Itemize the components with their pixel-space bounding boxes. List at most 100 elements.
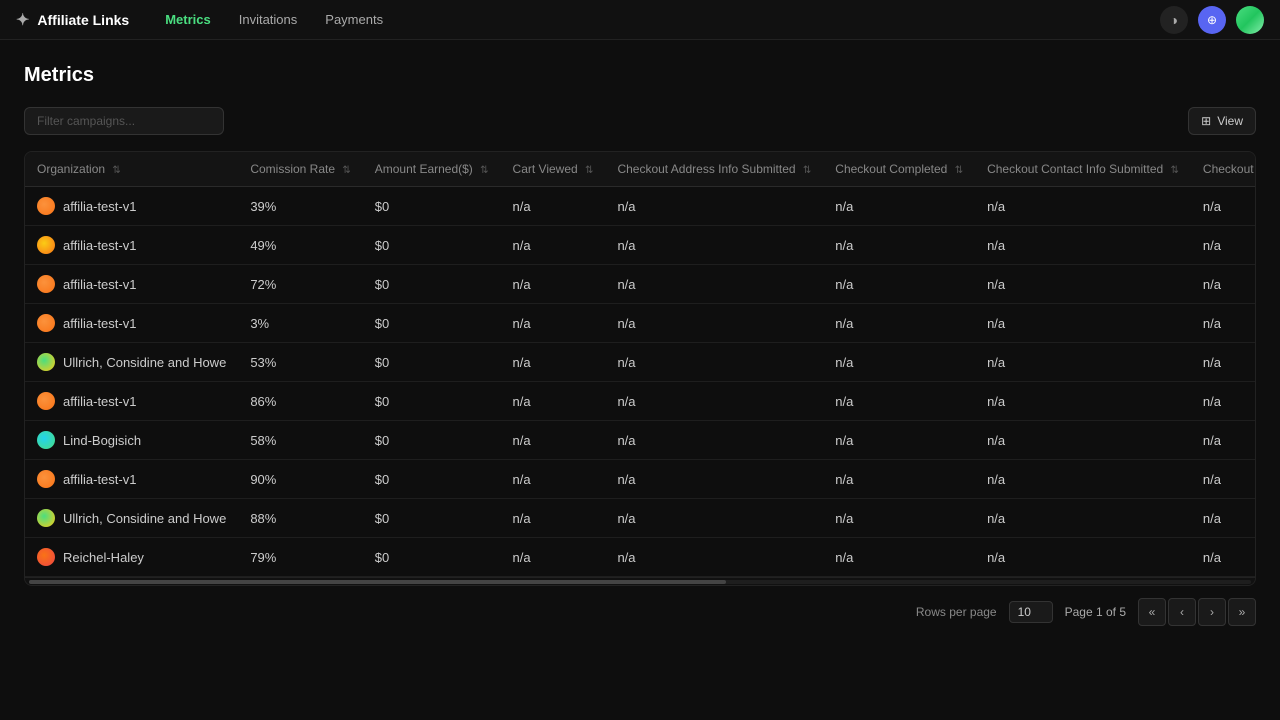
cell-commission: 86% [238,382,362,421]
org-dot [37,275,55,293]
sort-icon: ⇅ [1171,165,1179,176]
table-row: affilia-test-v1 86% $0 n/a n/a n/a n/a n… [25,382,1256,421]
table-row: affilia-test-v1 49% $0 n/a n/a n/a n/a n… [25,226,1256,265]
cell-amount: $0 [363,499,501,538]
org-dot [37,197,55,215]
main-content: Metrics ⊞ View Organization ⇅ Comission … [0,40,1280,638]
org-name: affilia-test-v1 [63,277,136,292]
col-checkout-shipping[interactable]: Checkout Shipping Info Submitted ⇅ [1191,152,1256,187]
org-dot [37,353,55,371]
org-name: Reichel-Haley [63,550,144,565]
first-page-button[interactable]: « [1138,598,1166,626]
cell-checkout-contact: n/a [975,382,1191,421]
cell-organization: affilia-test-v1 [25,265,238,304]
pagination-bar: Rows per page 10 5 20 50 Page 1 of 5 « ‹… [24,586,1256,638]
last-page-button[interactable]: » [1228,598,1256,626]
horizontal-scrollbar[interactable] [25,577,1255,585]
view-icon: ⊞ [1201,114,1211,128]
cell-checkout-address: n/a [605,538,823,577]
cell-amount: $0 [363,421,501,460]
col-checkout-contact[interactable]: Checkout Contact Info Submitted ⇅ [975,152,1191,187]
col-checkout-completed[interactable]: Checkout Completed ⇅ [823,152,975,187]
cell-checkout-address: n/a [605,343,823,382]
col-organization[interactable]: Organization ⇅ [25,152,238,187]
cell-checkout-completed: n/a [823,187,975,226]
cell-checkout-contact: n/a [975,304,1191,343]
sort-icon: ⇅ [480,165,488,176]
cell-cart: n/a [501,343,606,382]
metrics-table: Organization ⇅ Comission Rate ⇅ Amount E… [24,151,1256,586]
next-page-button[interactable]: › [1198,598,1226,626]
org-dot [37,392,55,410]
cell-commission: 58% [238,421,362,460]
org-name: affilia-test-v1 [63,316,136,331]
cell-checkout-address: n/a [605,382,823,421]
cell-checkout-completed: n/a [823,382,975,421]
avatar[interactable] [1236,6,1264,34]
table-row: affilia-test-v1 3% $0 n/a n/a n/a n/a n/… [25,304,1256,343]
toolbar: ⊞ View [24,107,1256,135]
cell-commission: 3% [238,304,362,343]
view-button[interactable]: ⊞ View [1188,107,1256,135]
cell-organization: Ullrich, Considine and Howe [25,343,238,382]
sort-icon: ⇅ [112,165,120,176]
col-commission[interactable]: Comission Rate ⇅ [238,152,362,187]
nav-payments[interactable]: Payments [313,8,395,31]
discord-icon[interactable]: ⊕ [1198,6,1226,34]
table-row: affilia-test-v1 90% $0 n/a n/a n/a n/a n… [25,460,1256,499]
nav-metrics[interactable]: Metrics [153,8,223,31]
main-nav: Metrics Invitations Payments [153,8,395,31]
sort-icon: ⇅ [955,165,963,176]
cell-checkout-address: n/a [605,499,823,538]
col-cart[interactable]: Cart Viewed ⇅ [501,152,606,187]
cell-checkout-completed: n/a [823,226,975,265]
cell-organization: affilia-test-v1 [25,382,238,421]
sort-icon: ⇅ [803,165,811,176]
nav-invitations[interactable]: Invitations [227,8,310,31]
table-row: Lind-Bogisich 58% $0 n/a n/a n/a n/a n/a [25,421,1256,460]
moon-icon[interactable]: ◑ [1160,6,1188,34]
cell-commission: 72% [238,265,362,304]
rows-per-page-label: Rows per page [916,605,997,619]
page-navigation: « ‹ › » [1138,598,1256,626]
table-row: Ullrich, Considine and Howe 53% $0 n/a n… [25,343,1256,382]
sort-icon: ⇅ [585,165,593,176]
cell-checkout-completed: n/a [823,538,975,577]
col-checkout-address[interactable]: Checkout Address Info Submitted ⇅ [605,152,823,187]
col-amount[interactable]: Amount Earned($) ⇅ [363,152,501,187]
cell-checkout-shipping: n/a [1191,421,1256,460]
sort-icon: ⇅ [342,165,350,176]
cell-amount: $0 [363,304,501,343]
cell-cart: n/a [501,226,606,265]
org-name: affilia-test-v1 [63,199,136,214]
cell-organization: affilia-test-v1 [25,304,238,343]
cell-checkout-address: n/a [605,421,823,460]
cell-commission: 90% [238,460,362,499]
cell-checkout-shipping: n/a [1191,265,1256,304]
cell-amount: $0 [363,538,501,577]
rows-per-page-select[interactable]: 10 5 20 50 [1009,601,1053,623]
cell-organization: affilia-test-v1 [25,226,238,265]
org-dot [37,236,55,254]
cell-cart: n/a [501,265,606,304]
cell-organization: affilia-test-v1 [25,187,238,226]
table-header-row: Organization ⇅ Comission Rate ⇅ Amount E… [25,152,1256,187]
cell-checkout-shipping: n/a [1191,304,1256,343]
cell-commission: 39% [238,187,362,226]
cell-commission: 53% [238,343,362,382]
prev-page-button[interactable]: ‹ [1168,598,1196,626]
table-row: Reichel-Haley 79% $0 n/a n/a n/a n/a n/a [25,538,1256,577]
cell-organization: Reichel-Haley [25,538,238,577]
cell-cart: n/a [501,187,606,226]
cell-checkout-shipping: n/a [1191,187,1256,226]
cell-amount: $0 [363,265,501,304]
org-name: affilia-test-v1 [63,472,136,487]
cell-amount: $0 [363,187,501,226]
org-dot [37,470,55,488]
filter-input[interactable] [24,107,224,135]
cell-amount: $0 [363,226,501,265]
cell-checkout-address: n/a [605,304,823,343]
cell-checkout-shipping: n/a [1191,226,1256,265]
org-name: Lind-Bogisich [63,433,141,448]
table-row: Ullrich, Considine and Howe 88% $0 n/a n… [25,499,1256,538]
